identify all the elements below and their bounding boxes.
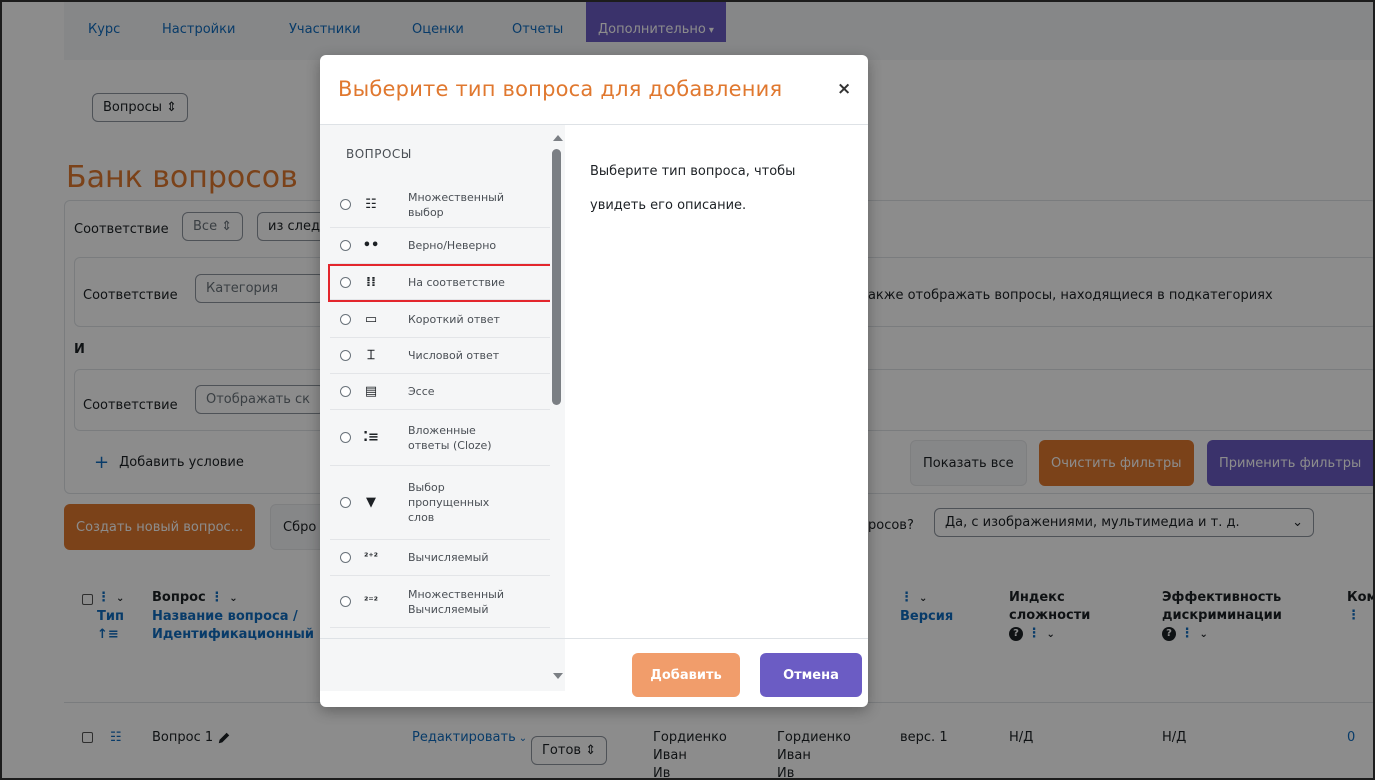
qtype-truefalse[interactable]: •• Верно/Неверно [330, 228, 552, 264]
two-dots-icon: •• [362, 237, 380, 253]
qtype-label: Верно/Неверно [408, 239, 497, 252]
radio-button[interactable] [340, 552, 351, 563]
qtype-label: Выбор пропущенных слов [408, 481, 490, 524]
calculated-icon: ²⁺² [363, 551, 379, 563]
close-icon[interactable]: × [837, 79, 851, 99]
radio-button[interactable] [340, 199, 351, 210]
qtype-label: Числовой ответ [408, 349, 500, 362]
cloze-icon: ⁚≡ [363, 429, 379, 445]
qtype-label: Короткий ответ [408, 313, 500, 326]
qtype-label: Множественный выбор [408, 190, 505, 219]
qtype-shortanswer[interactable]: ▭ Короткий ответ [330, 302, 552, 338]
list-icon: ☷ [365, 196, 377, 212]
qtype-label: Множественный Вычисляемый [408, 587, 505, 616]
qtype-label: Вложенные ответы (Cloze) [408, 423, 492, 452]
matching-grid-icon: ⁞⁞ [366, 274, 376, 290]
qtype-label: На соответствие [408, 276, 505, 289]
cancel-button[interactable]: Отмена [760, 653, 862, 697]
scroll-down-icon[interactable] [553, 673, 563, 679]
question-type-modal: Выберите тип вопроса для добавления × ВО… [320, 55, 868, 707]
radio-button[interactable] [340, 314, 351, 325]
essay-icon: ▤ [364, 383, 378, 399]
numerical-icon: ⌶ [367, 347, 375, 363]
scroll-thumb[interactable] [552, 149, 561, 405]
radio-button[interactable] [340, 596, 351, 607]
radio-button[interactable] [340, 497, 351, 508]
radio-button[interactable] [340, 386, 351, 397]
qtype-match[interactable]: ⁞⁞ На соответствие [328, 264, 554, 302]
question-type-list: ВОПРОСЫ ☷ Множественный выбор •• Верно/Н… [320, 125, 565, 691]
modal-title: Выберите тип вопроса для добавления [338, 77, 783, 101]
qtype-numerical[interactable]: ⌶ Числовой ответ [330, 338, 552, 374]
scroll-up-icon[interactable] [553, 135, 563, 141]
qtype-label: Эссе [408, 385, 435, 398]
qtype-label: Вычисляемый [408, 551, 489, 564]
qtype-cloze[interactable]: ⁚≡ Вложенные ответы (Cloze) [330, 410, 552, 466]
short-answer-icon: ▭ [364, 311, 378, 327]
page: Курс Настройки Участники Оценки Отчеты Д… [0, 0, 1375, 780]
modal-footer-divider [320, 638, 868, 639]
radio-button[interactable] [340, 277, 351, 288]
qtype-gapselect[interactable]: ▼ Выбор пропущенных слов [330, 466, 552, 540]
qtype-essay[interactable]: ▤ Эссе [330, 374, 552, 410]
list-scrollbar[interactable] [550, 125, 565, 691]
calculated-multi-icon: ²⁼² [363, 595, 379, 607]
qtype-description: Выберите тип вопроса, чтобы увидеть его … [590, 164, 796, 213]
dropdown-triangle-icon: ▼ [366, 494, 376, 510]
section-heading: ВОПРОСЫ [346, 147, 412, 161]
qtype-calculatedmulti[interactable]: ²⁼² Множественный Вычисляемый [330, 576, 552, 628]
qtype-calculated[interactable]: ²⁺² Вычисляемый [330, 540, 552, 576]
radio-button[interactable] [340, 240, 351, 251]
qtype-multichoice[interactable]: ☷ Множественный выбор [330, 182, 552, 228]
radio-button[interactable] [340, 350, 351, 361]
radio-button[interactable] [340, 432, 351, 443]
add-button[interactable]: Добавить [632, 653, 740, 697]
